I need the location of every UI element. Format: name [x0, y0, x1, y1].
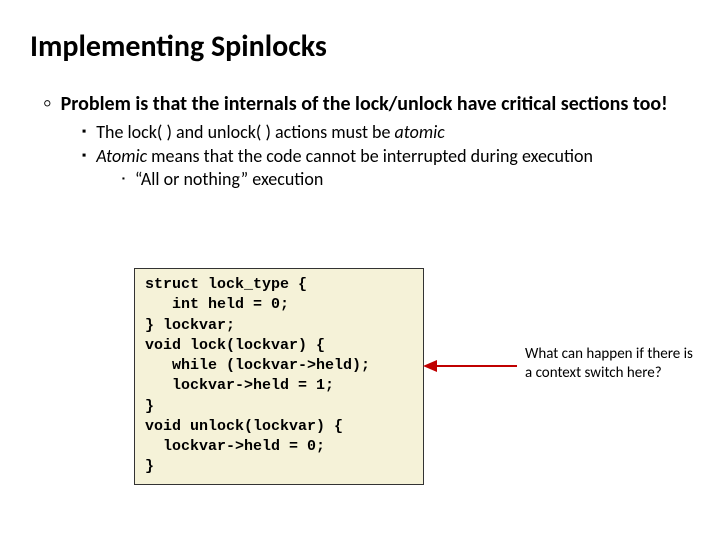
square-bullet-icon: ▪	[82, 146, 86, 168]
hollow-circle-icon: ○	[44, 93, 51, 116]
bullet-level1-text: Problem is that the internals of the loc…	[61, 93, 668, 116]
square-bullet-icon: ▪	[82, 122, 86, 144]
bullet-level3: ▪ “All or nothing” execution	[122, 169, 690, 191]
square-bullet-icon: ▪	[122, 169, 125, 191]
arrow-left-icon	[423, 359, 517, 373]
bullet-level3-text: “All or nothing” execution	[135, 169, 323, 191]
slide-title: Implementing Spinlocks	[30, 28, 690, 65]
bullet-level1: ○ Problem is that the internals of the l…	[44, 93, 690, 116]
slide: Implementing Spinlocks ○ Problem is that…	[0, 0, 720, 540]
bullet-level2: ▪ The lock( ) and unlock( ) actions must…	[82, 122, 690, 144]
bullet-level2-text: Atomic means that the code cannot be int…	[96, 146, 593, 168]
bullet-level2: ▪ Atomic means that the code cannot be i…	[82, 146, 690, 168]
code-block: struct lock_type { int held = 0; } lockv…	[134, 268, 424, 485]
bullet-level2-text: The lock( ) and unlock( ) actions must b…	[96, 122, 444, 144]
callout-text: What can happen if there is a context sw…	[525, 345, 700, 383]
